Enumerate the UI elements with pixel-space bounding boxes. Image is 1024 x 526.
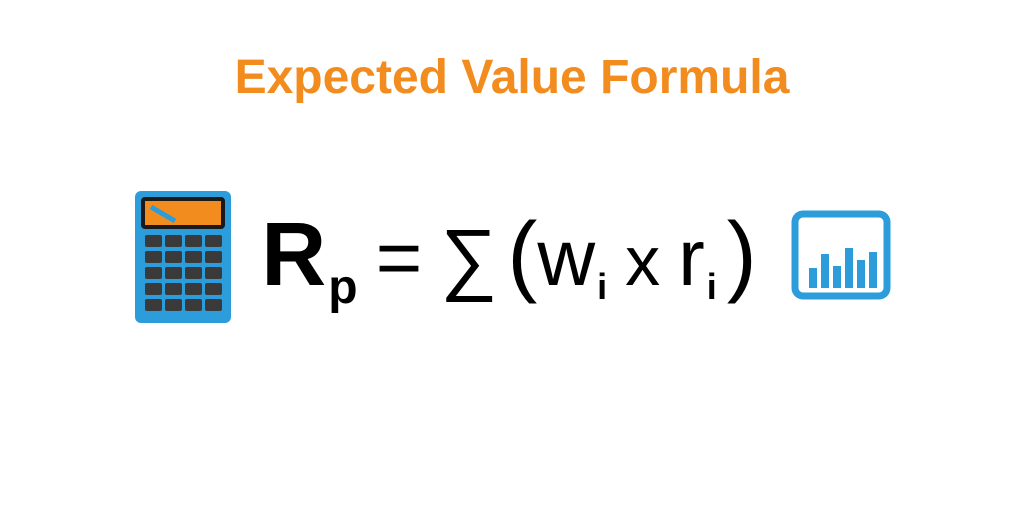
formula-row: R p = ∑ ( w i x r i )	[133, 185, 891, 325]
calculator-icon	[133, 185, 233, 325]
term1-subscript: i	[597, 269, 607, 305]
bar-chart-icon	[791, 210, 891, 300]
term1-variable: w	[537, 218, 595, 298]
formula: R p = ∑ ( w i x r i )	[261, 210, 757, 300]
term2-subscript: i	[707, 269, 717, 305]
page-container: Expected Value Formula	[0, 0, 1024, 526]
lhs-subscript: p	[328, 264, 357, 312]
lhs-variable: R	[261, 210, 326, 300]
equals-sign: =	[376, 218, 423, 298]
page-title: Expected Value Formula	[235, 50, 790, 105]
sigma-symbol: ∑	[440, 218, 497, 298]
right-paren: )	[727, 210, 757, 300]
left-paren: (	[507, 210, 537, 300]
times-symbol: x	[625, 226, 660, 296]
term2-variable: r	[678, 218, 705, 298]
